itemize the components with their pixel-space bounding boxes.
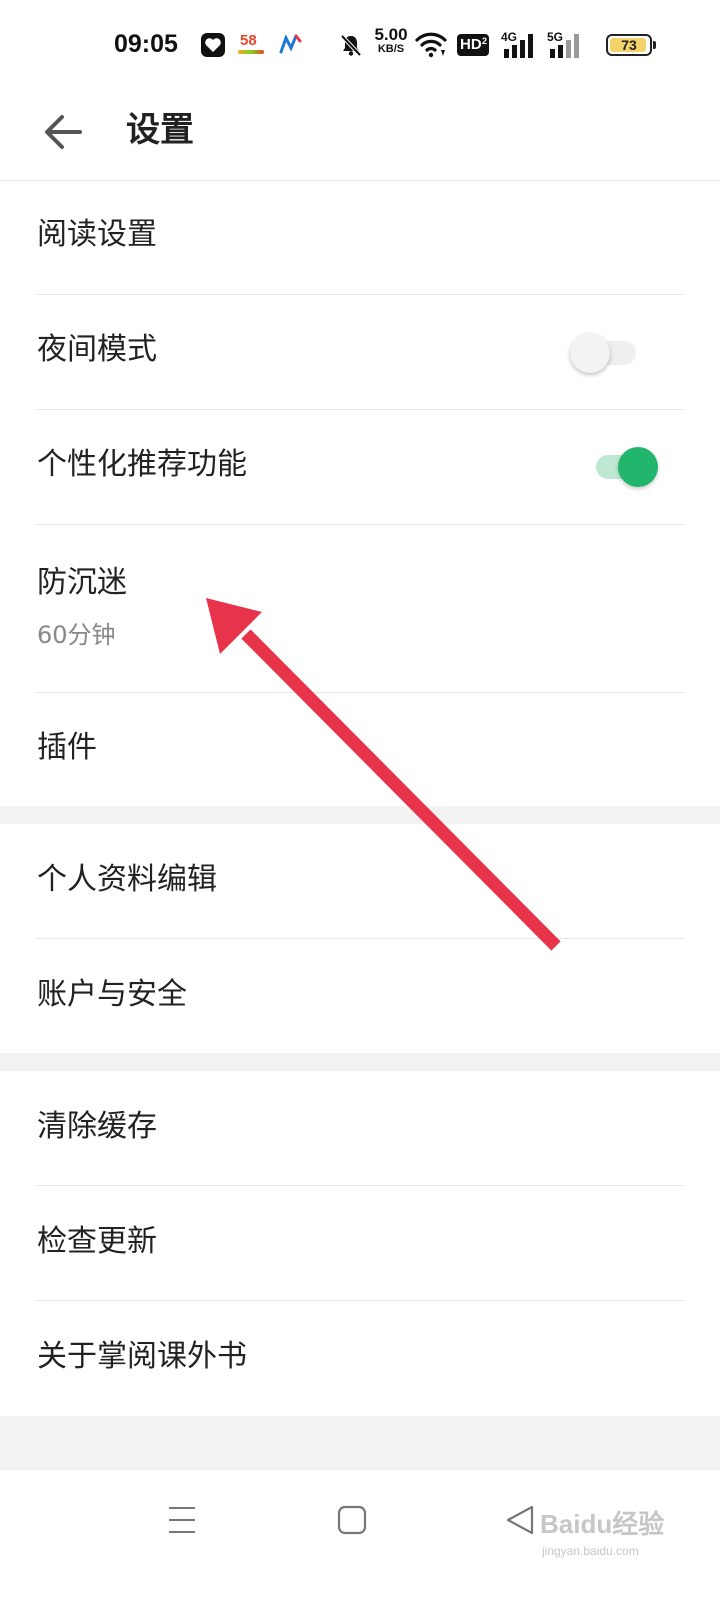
section-gap	[0, 806, 720, 824]
reading-settings-row[interactable]: 阅读设置	[0, 181, 720, 295]
status-bar: 09:05 58 5.00 KB/S HD 2 4G 5G 73	[0, 0, 720, 90]
clear-cache-row[interactable]: 清除缓存	[0, 1071, 720, 1186]
anti-addiction-row[interactable]: 防沉迷 60分钟	[0, 525, 720, 693]
58-app-label: 58	[240, 32, 257, 49]
battery-level: 73	[621, 37, 637, 53]
row-label: 账户与安全	[37, 977, 187, 1012]
signal-5g-icon	[550, 34, 579, 58]
night-mode-toggle[interactable]	[570, 333, 640, 373]
net-speed-unit: KB/S	[377, 43, 405, 55]
bottom-gap	[0, 1416, 720, 1470]
personalized-recommend-row[interactable]: 个性化推荐功能	[0, 410, 720, 525]
night-mode-row[interactable]: 夜间模式	[0, 295, 720, 410]
signal-4g-icon	[504, 34, 533, 58]
hd-voice-icon: HD 2	[457, 34, 489, 56]
row-label: 防沉迷	[37, 565, 127, 600]
row-label: 清除缓存	[37, 1109, 157, 1144]
section-gap	[0, 1053, 720, 1071]
heart-app-icon	[201, 33, 225, 57]
row-sublabel: 60分钟	[37, 621, 116, 649]
58-app-icon: 58	[236, 32, 266, 58]
row-label: 个人资料编辑	[37, 862, 217, 897]
arrow-left-icon[interactable]	[36, 104, 92, 160]
row-label: 夜间模式	[37, 332, 157, 367]
toggle-thumb	[570, 333, 610, 373]
wifi-icon	[415, 32, 447, 58]
about-app-row[interactable]: 关于掌阅课外书	[0, 1301, 720, 1416]
menu-icon[interactable]	[166, 1504, 198, 1536]
account-security-row[interactable]: 账户与安全	[0, 939, 720, 1053]
row-label: 检查更新	[37, 1224, 157, 1259]
page-title: 设置	[126, 110, 194, 150]
row-label: 个性化推荐功能	[37, 447, 247, 482]
personalized-recommend-toggle[interactable]	[590, 447, 660, 487]
battery-icon: 73	[606, 34, 652, 56]
baidu-jingyan-watermark: Baidu经验 jingyan.baidu.com	[540, 1500, 712, 1570]
settings-group-3: 清除缓存 检查更新 关于掌阅课外书	[0, 1071, 720, 1416]
battery-tip	[653, 41, 656, 49]
profile-edit-row[interactable]: 个人资料编辑	[0, 824, 720, 939]
plugins-row[interactable]: 插件	[0, 693, 720, 806]
row-label: 关于掌阅课外书	[37, 1339, 247, 1374]
net-speed: 5.00 KB/S	[368, 26, 414, 55]
settings-group-2: 个人资料编辑 账户与安全	[0, 824, 720, 1053]
toggle-thumb	[618, 447, 658, 487]
back-triangle-icon[interactable]	[504, 1504, 536, 1536]
check-update-row[interactable]: 检查更新	[0, 1186, 720, 1301]
row-label: 插件	[37, 730, 97, 765]
home-square-icon[interactable]	[336, 1504, 368, 1536]
status-time: 09:05	[114, 30, 178, 58]
tongcheng-app-icon	[279, 34, 302, 54]
hd-sub: 2	[481, 36, 487, 46]
mute-bell-icon	[340, 34, 362, 57]
settings-group-1: 阅读设置 夜间模式 个性化推荐功能 防沉迷 60分钟 插件	[0, 181, 720, 806]
watermark-sub: jingyan.baidu.com	[542, 1544, 639, 1558]
row-label: 阅读设置	[37, 217, 157, 252]
watermark-text: Baidu经验	[540, 1509, 665, 1539]
net-speed-value: 5.00	[374, 25, 408, 44]
app-bar: 设置	[0, 90, 720, 182]
hd-label: HD	[460, 36, 482, 53]
